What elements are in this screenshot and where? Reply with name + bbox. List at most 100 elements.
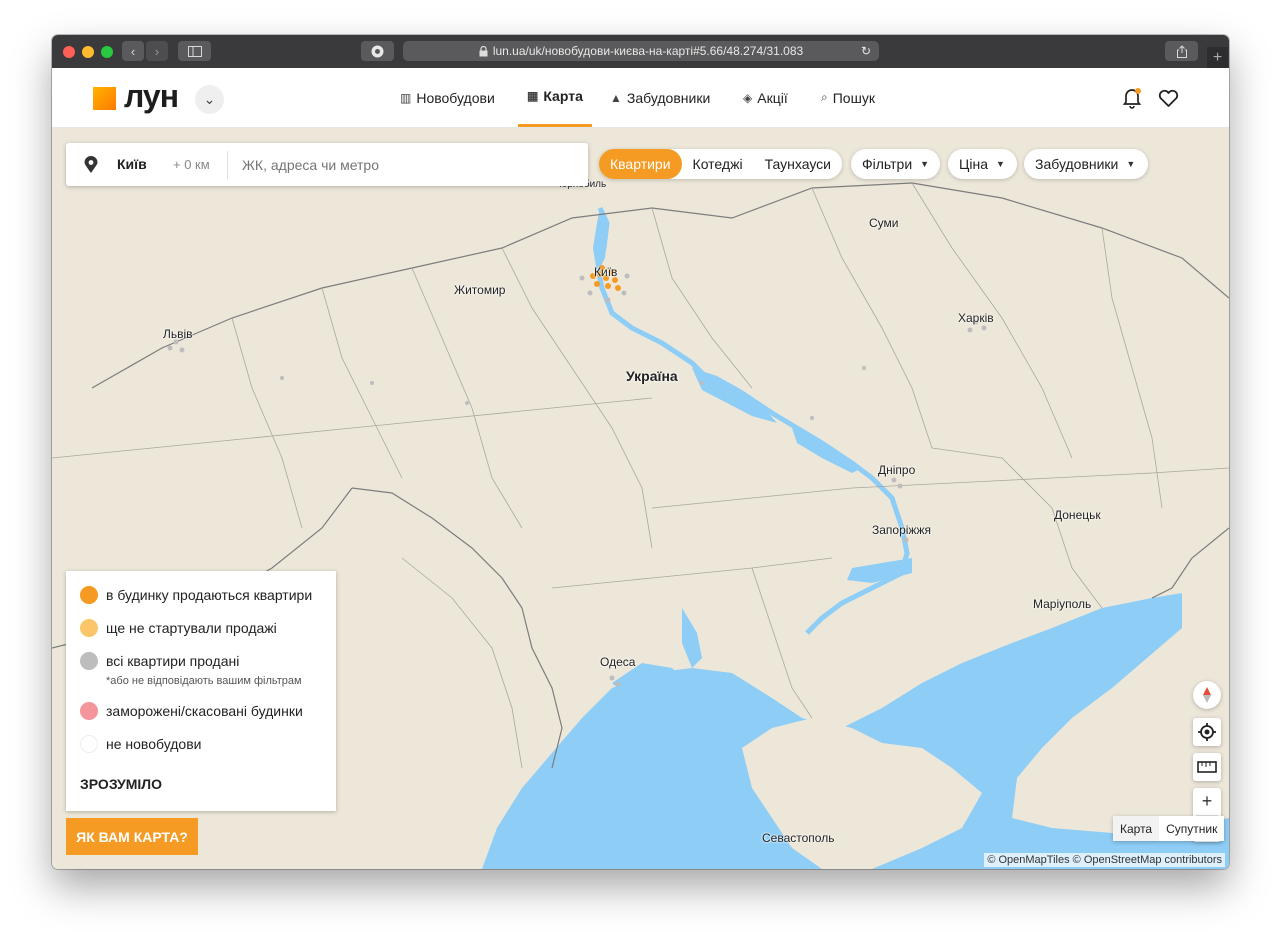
extension-icon — [371, 45, 384, 57]
city-label: Донецьк — [1054, 508, 1101, 522]
map-attribution[interactable]: © OpenMapTiles © OpenStreetMap contribut… — [984, 853, 1225, 867]
new-tab-button[interactable]: + — [1207, 47, 1228, 68]
map-icon: ▦ — [527, 89, 539, 103]
locate-me-button[interactable] — [1193, 718, 1221, 746]
legend-label: ще не стартували продажі — [106, 620, 277, 636]
legend-dot — [80, 586, 98, 604]
dropdown-label: Забудовники — [1035, 156, 1119, 172]
city-label: Житомир — [454, 283, 506, 297]
back-button[interactable]: ‹ — [122, 41, 144, 61]
browser-toolbar: ‹ › lun.ua/uk/новобудови-києва-на-карті#… — [52, 35, 1229, 68]
map-canvas[interactable]: Чорнобиль Київ Житомир Суми Львів Україн… — [52, 128, 1229, 869]
legend-label: заморожені/скасовані будинки — [106, 703, 303, 719]
minimize-window-button[interactable] — [82, 46, 94, 58]
legend-item: в будинку продаються квартири — [80, 586, 312, 604]
legend-dot — [80, 652, 98, 670]
city-label: Львів — [163, 327, 193, 341]
plus-icon: + — [1201, 791, 1213, 811]
legend-label: всі квартири продані — [106, 653, 240, 669]
nav-poshuk[interactable]: ⌕ Пошук — [821, 68, 875, 127]
map-type-switch: Карта Супутник — [1113, 816, 1225, 841]
site-header: лун ⌄ ▥ Новобудови ▦ Карта ▲ Забудовники… — [52, 68, 1229, 128]
legend-dot — [80, 619, 98, 637]
type-cottages-button[interactable]: Котеджі — [682, 149, 754, 179]
compass-button[interactable] — [1193, 681, 1221, 709]
legend-label: в будинку продаються квартири — [106, 587, 313, 603]
address-bar[interactable]: lun.ua/uk/новобудови-києва-на-карті#5.66… — [403, 41, 879, 61]
city-label: Маріуполь — [1033, 597, 1092, 611]
feedback-button[interactable]: ЯК ВАМ КАРТА? — [66, 818, 198, 855]
ruler-icon — [1197, 761, 1217, 773]
url-text: lun.ua/uk/новобудови-києва-на-карті#5.66… — [492, 44, 804, 58]
type-townhouses-button[interactable]: Таунхауси — [754, 149, 842, 179]
caret-down-icon: ▼ — [920, 159, 930, 169]
sidebar-toggle-button[interactable] — [178, 41, 211, 61]
heart-icon — [1158, 89, 1179, 107]
bell-icon — [1122, 88, 1142, 109]
city-label: Київ — [594, 265, 618, 279]
legend-confirm-button[interactable]: ЗРОЗУМІЛО — [80, 776, 162, 792]
crosshair-icon — [1198, 723, 1216, 741]
share-button[interactable] — [1165, 41, 1198, 61]
nav-label: Карта — [543, 88, 583, 104]
caret-down-icon: ▼ — [1126, 159, 1136, 169]
divider — [227, 151, 228, 179]
radius-selector[interactable]: + 0 км — [173, 157, 210, 172]
city-selector[interactable]: Київ — [117, 156, 147, 172]
nav-karta[interactable]: ▦ Карта — [518, 68, 592, 127]
type-apartments-button[interactable]: Квартири — [599, 149, 682, 179]
nav-label: Новобудови — [416, 89, 495, 106]
city-label: Одеса — [600, 655, 636, 669]
zoom-in-button[interactable]: + — [1202, 788, 1213, 815]
sidebar-icon — [187, 45, 202, 57]
property-type-toggle: Квартири Котеджі Таунхауси — [599, 149, 842, 179]
map-type-map-button[interactable]: Карта — [1113, 816, 1160, 841]
nav-label: Пошук — [832, 89, 875, 106]
legend-item: всі квартири продані — [80, 652, 239, 670]
country-label: Україна — [626, 368, 678, 384]
tag-icon: ◈ — [743, 90, 753, 105]
logo-menu-button[interactable]: ⌄ — [195, 85, 224, 114]
chevron-left-icon: ‹ — [130, 43, 136, 59]
city-label: Запоріжжя — [872, 523, 931, 537]
legend-label: не новобудови — [106, 736, 202, 752]
legend-item: ще не стартували продажі — [80, 619, 277, 637]
map-legend: в будинку продаються квартири ще не стар… — [66, 571, 336, 811]
chevron-right-icon: › — [154, 43, 160, 59]
location-search: Київ + 0 км — [66, 143, 588, 186]
ruler-button[interactable] — [1193, 753, 1221, 781]
logo-text[interactable]: лун — [124, 78, 179, 115]
legend-dot — [80, 702, 98, 720]
close-window-button[interactable] — [63, 46, 75, 58]
favorites-button[interactable] — [1158, 89, 1179, 113]
city-label: Суми — [869, 216, 899, 230]
legend-dot — [80, 735, 98, 753]
legend-item: не новобудови — [80, 735, 201, 753]
filters-dropdown[interactable]: Фільтри ▼ — [851, 149, 940, 179]
nav-zabudovnyky[interactable]: ▲ Забудовники — [610, 68, 710, 127]
nav-label: Забудовники — [626, 89, 711, 106]
maximize-window-button[interactable] — [101, 46, 113, 58]
search-icon: ⌕ — [821, 90, 828, 104]
search-input[interactable] — [240, 152, 574, 178]
reload-icon[interactable]: ↻ — [861, 44, 871, 58]
nav-label: Акції — [757, 89, 788, 106]
legend-item: заморожені/скасовані будинки — [80, 702, 303, 720]
map-type-satellite-button[interactable]: Супутник — [1159, 816, 1224, 841]
notifications-button[interactable] — [1122, 87, 1142, 114]
lock-icon — [479, 45, 488, 56]
city-label: Дніпро — [878, 463, 916, 477]
forward-button[interactable]: › — [146, 41, 168, 61]
city-label: Севастополь — [762, 831, 835, 845]
city-label: Харків — [958, 311, 994, 325]
developers-dropdown[interactable]: Забудовники ▼ — [1024, 149, 1148, 179]
legend-note: *або не відповідають вашим фільтрам — [106, 675, 302, 687]
location-pin-icon — [84, 156, 98, 173]
dropdown-label: Ціна — [959, 156, 988, 172]
nav-aktsii[interactable]: ◈ Акції — [743, 68, 788, 127]
price-dropdown[interactable]: Ціна ▼ — [948, 149, 1017, 179]
extension-button[interactable] — [361, 41, 394, 61]
logo-mark[interactable] — [93, 87, 116, 110]
nav-novobudovy[interactable]: ▥ Новобудови — [400, 68, 495, 127]
chevron-down-icon: ⌄ — [203, 91, 216, 107]
